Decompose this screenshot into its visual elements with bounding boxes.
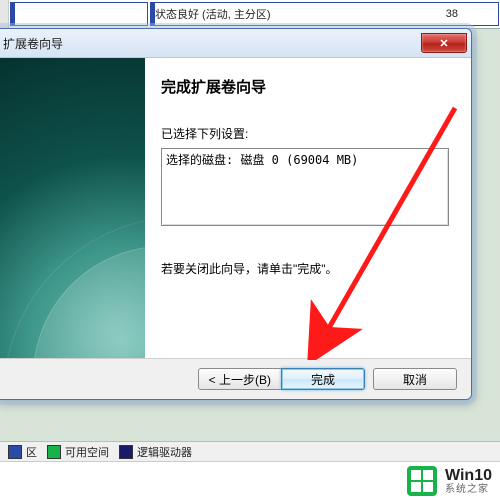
brand-logo [407, 466, 437, 496]
row-gutter [0, 0, 9, 28]
brand-bar: Win10 系统之家 [0, 462, 500, 500]
dialog-title: 扩展卷向导 [3, 35, 63, 52]
selected-settings-box[interactable]: 选择的磁盘: 磁盘 0 (69004 MB) [161, 148, 449, 226]
close-icon: ✕ [439, 37, 448, 50]
disk-legend: 区 可用空间 逻辑驱动器 [0, 441, 500, 462]
windows-icon [411, 470, 433, 492]
wizard-content: 完成扩展卷向导 已选择下列设置: 选择的磁盘: 磁盘 0 (69004 MB) … [145, 58, 471, 358]
wizard-heading: 完成扩展卷向导 [161, 76, 449, 97]
wizard-button-row: < 上一步(B) 完成 取消 [0, 358, 471, 399]
extend-volume-wizard-dialog: 扩展卷向导 ✕ 完成扩展卷向导 已选择下列设置: 选择的磁盘: 磁盘 0 (69… [0, 28, 472, 400]
legend-swatch-primary [8, 445, 22, 459]
partition-block-a[interactable] [10, 2, 148, 26]
legend-swatch-free [47, 445, 61, 459]
partition-size-number: 38 [446, 8, 458, 20]
legend-item-primary: 区 [8, 444, 37, 460]
brand-text: Win10 系统之家 [445, 467, 492, 496]
brand-title: Win10 [445, 467, 492, 485]
partition-block-b[interactable]: 状态良好 (活动, 主分区) 38 [150, 2, 499, 26]
dialog-titlebar[interactable]: 扩展卷向导 ✕ [0, 29, 471, 58]
wizard-side-graphic [0, 58, 145, 358]
legend-label-primary: 区 [26, 444, 37, 460]
window-close-button[interactable]: ✕ [421, 33, 467, 53]
legend-label-logical: 逻辑驱动器 [137, 444, 192, 460]
brand-subtitle: 系统之家 [445, 484, 492, 495]
legend-label-free: 可用空间 [65, 444, 109, 460]
cancel-button[interactable]: 取消 [373, 368, 457, 390]
partition-status-text: 状态良好 (活动, 主分区) [155, 6, 271, 22]
legend-swatch-logical [119, 445, 133, 459]
back-button[interactable]: < 上一步(B) [198, 368, 282, 390]
legend-item-logical: 逻辑驱动器 [119, 444, 192, 460]
dialog-body: 完成扩展卷向导 已选择下列设置: 选择的磁盘: 磁盘 0 (69004 MB) … [0, 58, 471, 358]
selected-settings-label: 已选择下列设置: [161, 125, 449, 142]
disk-partition-row: 状态良好 (活动, 主分区) 38 [0, 0, 500, 29]
close-hint-text: 若要关闭此向导，请单击"完成"。 [161, 260, 449, 277]
finish-button[interactable]: 完成 [281, 368, 365, 390]
legend-item-free: 可用空间 [47, 444, 109, 460]
